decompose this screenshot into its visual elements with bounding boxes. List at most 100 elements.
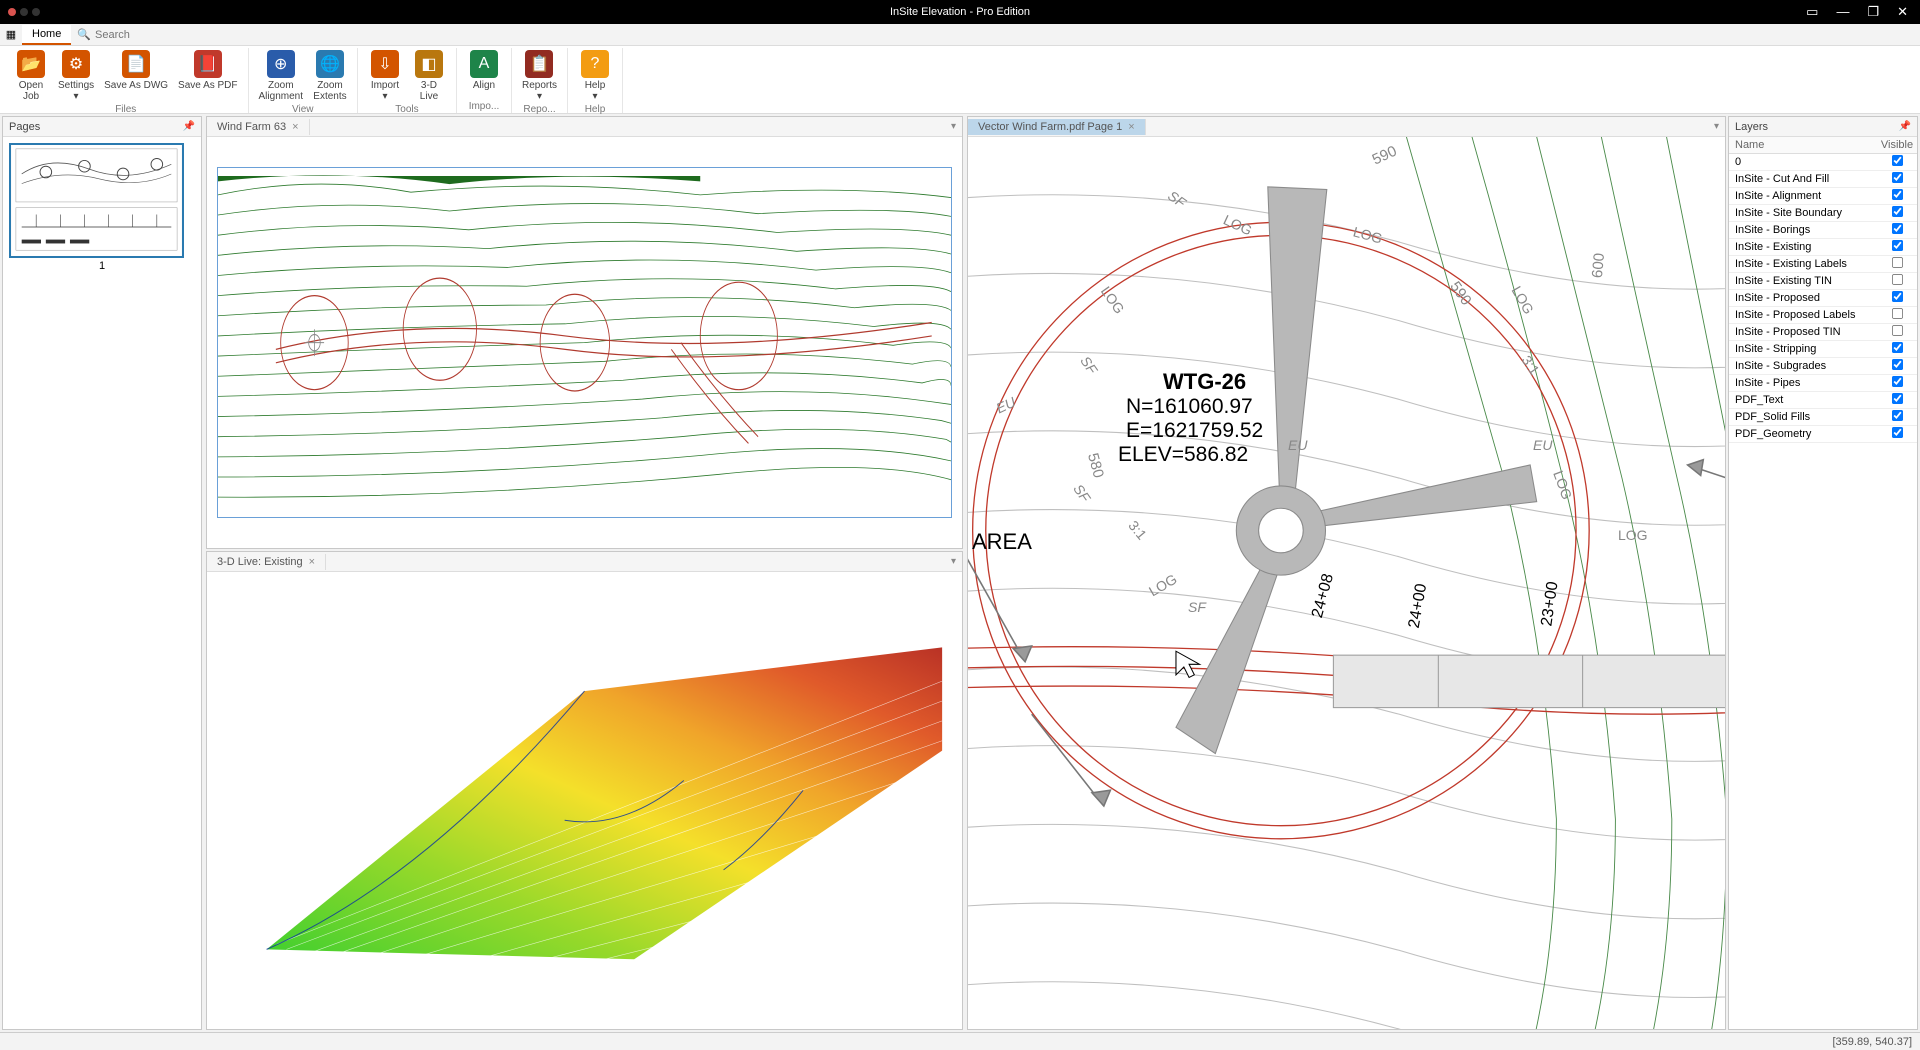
settings-button[interactable]: ⚙Settings ▾: [54, 48, 98, 104]
tab-close-icon[interactable]: ×: [1128, 121, 1134, 133]
pages-body: 1: [3, 137, 201, 1029]
window-layout-icon[interactable]: ▭: [1806, 4, 1818, 20]
layer-name: InSite - Subgrades: [1729, 359, 1877, 373]
layer-visible-checkbox[interactable]: [1891, 189, 1902, 200]
layer-name: InSite - Existing TIN: [1729, 274, 1877, 288]
layer-visible-checkbox[interactable]: [1891, 223, 1902, 234]
layer-row[interactable]: InSite - Cut And Fill: [1729, 171, 1917, 188]
zoom-align-button[interactable]: ⊕Zoom Alignment: [255, 48, 307, 104]
center-column: Wind Farm 63 × ▾: [206, 116, 963, 1030]
layer-row[interactable]: InSite - Site Boundary: [1729, 205, 1917, 222]
page-thumbnail[interactable]: [9, 143, 184, 258]
search-box[interactable]: 🔍: [77, 28, 215, 41]
layer-visible-checkbox[interactable]: [1891, 206, 1902, 217]
layer-visible-checkbox[interactable]: [1891, 291, 1902, 302]
panel-menu-icon[interactable]: ▾: [945, 556, 962, 567]
tab-3d-live[interactable]: 3-D Live: Existing ×: [207, 554, 326, 570]
layer-visible-checkbox[interactable]: [1891, 240, 1902, 251]
3d-live-button[interactable]: ◧3-D Live: [408, 48, 450, 104]
layer-visible-checkbox[interactable]: [1891, 325, 1902, 336]
menu-bar: ▦ Home 🔍: [0, 24, 1920, 46]
layer-row[interactable]: InSite - Proposed Labels: [1729, 307, 1917, 324]
layer-visible-checkbox[interactable]: [1891, 308, 1902, 319]
layer-visible-checkbox[interactable]: [1891, 410, 1902, 421]
import-button[interactable]: ⇩Import ▾: [364, 48, 406, 104]
layer-row[interactable]: InSite - Pipes: [1729, 375, 1917, 392]
eu-annot: EU: [1533, 437, 1552, 453]
panel-menu-icon[interactable]: ▾: [945, 121, 962, 132]
ribbon-button-label: Zoom Extents: [313, 80, 346, 102]
help-button[interactable]: ?Help ▾: [574, 48, 616, 104]
layer-visible-checkbox[interactable]: [1891, 427, 1902, 438]
minimize-icon[interactable]: —: [1836, 4, 1849, 20]
layer-row[interactable]: InSite - Proposed TIN: [1729, 324, 1917, 341]
layer-name: InSite - Site Boundary: [1729, 206, 1877, 220]
layer-name: PDF_Text: [1729, 393, 1877, 407]
save-pdf-button[interactable]: 📕Save As PDF: [174, 48, 241, 104]
layer-row[interactable]: InSite - Subgrades: [1729, 358, 1917, 375]
tab-close-icon[interactable]: ×: [309, 556, 315, 568]
ribbon-button-label: Open Job: [19, 80, 43, 102]
layer-name: InSite - Proposed TIN: [1729, 325, 1877, 339]
layer-row[interactable]: 0: [1729, 154, 1917, 171]
close-dot[interactable]: [8, 8, 16, 16]
align-button[interactable]: AAlign: [463, 48, 505, 101]
layer-row[interactable]: PDF_Text: [1729, 392, 1917, 409]
layer-row[interactable]: InSite - Borings: [1729, 222, 1917, 239]
layers-body: Name Visible 0InSite - Cut And FillInSit…: [1729, 137, 1917, 1029]
3d-view-body[interactable]: [207, 572, 962, 1029]
layer-visible-checkbox[interactable]: [1891, 359, 1902, 370]
maximize-icon[interactable]: ❐: [1867, 4, 1879, 20]
layer-row[interactable]: PDF_Geometry: [1729, 426, 1917, 443]
layer-visible-checkbox[interactable]: [1891, 342, 1902, 353]
ribbon-button-label: Align: [473, 80, 495, 91]
vector-view-body[interactable]: WTG-26 N=161060.97 E=1621759.52 ELEV=586…: [968, 137, 1725, 1029]
layer-row[interactable]: InSite - Existing Labels: [1729, 256, 1917, 273]
layer-name: InSite - Existing Labels: [1729, 257, 1877, 271]
open-job-icon: 📂: [17, 50, 45, 78]
titlebar: InSite Elevation - Pro Edition ▭ — ❐ ✕: [0, 0, 1920, 24]
layer-row[interactable]: InSite - Existing: [1729, 239, 1917, 256]
3d-view-tabs: 3-D Live: Existing × ▾: [207, 552, 962, 572]
reports-button[interactable]: 📋Reports ▾: [518, 48, 561, 104]
3d-live-icon: ◧: [415, 50, 443, 78]
min-dot[interactable]: [20, 8, 28, 16]
area-label: AREA: [972, 529, 1032, 555]
ribbon-button-label: Save As PDF: [178, 80, 237, 91]
zoom-extents-button[interactable]: 🌐Zoom Extents: [309, 48, 351, 104]
layer-visible-checkbox[interactable]: [1891, 393, 1902, 404]
tab-vector-pdf[interactable]: Vector Wind Farm.pdf Page 1 ×: [968, 119, 1146, 135]
plan-view-panel: Wind Farm 63 × ▾: [206, 116, 963, 549]
layer-row[interactable]: InSite - Existing TIN: [1729, 273, 1917, 290]
3d-view-panel: 3-D Live: Existing × ▾: [206, 551, 963, 1030]
tab-label: Wind Farm 63: [217, 121, 286, 133]
tab-close-icon[interactable]: ×: [292, 121, 298, 133]
open-job-button[interactable]: 📂Open Job: [10, 48, 52, 104]
ribbon-button-label: Help ▾: [585, 80, 606, 102]
layer-row[interactable]: PDF_Solid Fills: [1729, 409, 1917, 426]
layer-name: InSite - Pipes: [1729, 376, 1877, 390]
tab-home[interactable]: Home: [22, 25, 71, 45]
layer-name: PDF_Solid Fills: [1729, 410, 1877, 424]
save-dwg-button[interactable]: 📄Save As DWG: [100, 48, 172, 104]
pages-panel: Pages 📌: [2, 116, 202, 1030]
layer-visible-checkbox[interactable]: [1891, 376, 1902, 387]
layer-row[interactable]: InSite - Stripping: [1729, 341, 1917, 358]
pin-icon[interactable]: 📌: [1899, 121, 1911, 132]
layer-visible-checkbox[interactable]: [1891, 172, 1902, 183]
search-input[interactable]: [95, 29, 215, 41]
app-menu-icon[interactable]: ▦: [0, 28, 22, 41]
pin-icon[interactable]: 📌: [183, 121, 195, 132]
max-dot[interactable]: [32, 8, 40, 16]
save-dwg-icon: 📄: [122, 50, 150, 78]
panel-menu-icon[interactable]: ▾: [1708, 121, 1725, 132]
layer-row[interactable]: InSite - Proposed: [1729, 290, 1917, 307]
plan-view-body[interactable]: [207, 137, 962, 548]
layer-visible-checkbox[interactable]: [1891, 155, 1902, 166]
close-icon[interactable]: ✕: [1897, 4, 1908, 20]
layer-visible-checkbox[interactable]: [1891, 274, 1902, 285]
layer-row[interactable]: InSite - Alignment: [1729, 188, 1917, 205]
contour-label: 600: [1589, 252, 1608, 278]
tab-wind-farm[interactable]: Wind Farm 63 ×: [207, 119, 310, 135]
layer-visible-checkbox[interactable]: [1891, 257, 1902, 268]
